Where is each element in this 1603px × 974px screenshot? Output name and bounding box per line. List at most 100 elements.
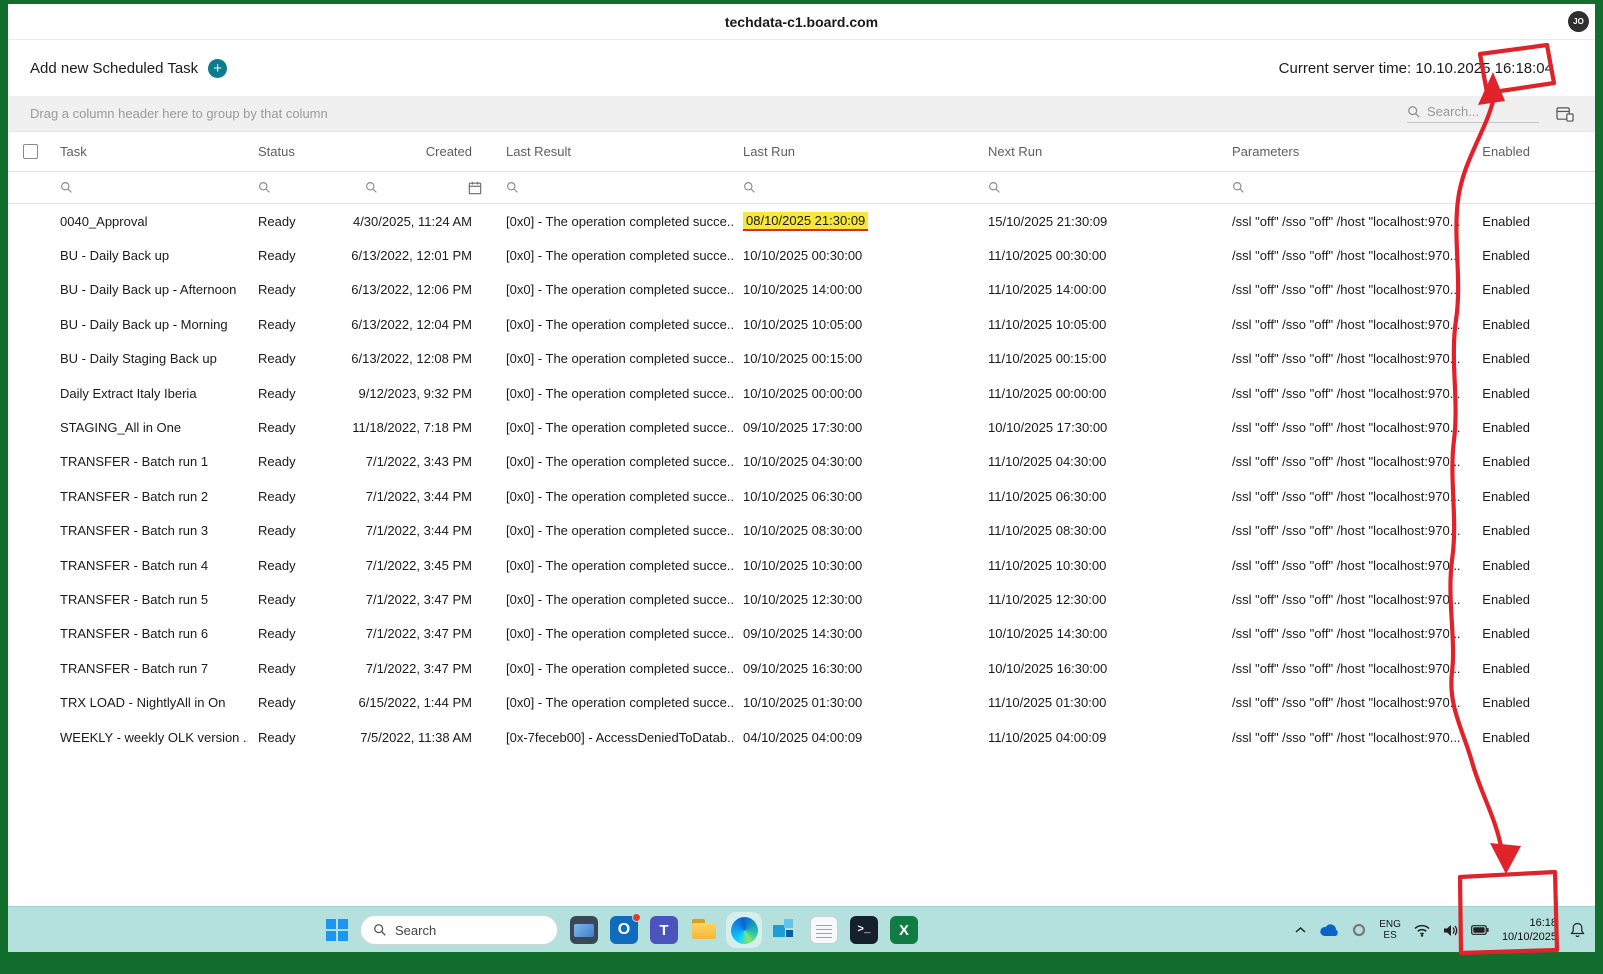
terminal-icon[interactable]: >_ (850, 916, 878, 944)
table-row[interactable]: BU - Daily Back up - Morning Ready 6/13/… (8, 307, 1595, 341)
table-row[interactable]: TRANSFER - Batch run 1 Ready 7/1/2022, 3… (8, 445, 1595, 479)
table-row[interactable]: Daily Extract Italy Iberia Ready 9/12/20… (8, 376, 1595, 410)
column-header-task[interactable]: Task (50, 132, 248, 171)
cell-task: TRANSFER - Batch run 2 (60, 488, 209, 504)
cell-status: Ready (258, 523, 296, 539)
grid-search[interactable] (1407, 104, 1539, 123)
cell-status: Ready (258, 316, 296, 332)
cell-enabled: Enabled (1482, 626, 1530, 642)
cell-created: 7/1/2022, 3:47 PM (365, 660, 472, 676)
select-all-checkbox[interactable] (23, 144, 38, 159)
taskbar-clock[interactable]: 16:18 10/10/2025 (1502, 916, 1557, 944)
cell-last-result: [0x0] - The operation completed succe... (506, 420, 733, 436)
column-header-enabled[interactable]: Enabled (1466, 132, 1595, 171)
cell-next-run: 11/10/2025 01:30:00 (988, 695, 1107, 711)
calendar-icon[interactable] (468, 181, 482, 195)
cell-last-result: [0x0] - The operation completed succe... (506, 591, 733, 607)
cell-task: TRANSFER - Batch run 6 (60, 626, 209, 642)
column-header-created[interactable]: Created (347, 132, 496, 171)
cell-next-run: 11/10/2025 04:00:09 (988, 729, 1107, 745)
wifi-icon[interactable] (1414, 924, 1430, 937)
taskbar-search[interactable] (360, 915, 558, 945)
column-header-status[interactable]: Status (248, 132, 347, 171)
column-header-last-result[interactable]: Last Result (496, 132, 733, 171)
table-row[interactable]: WEEKLY - weekly OLK version ... Ready 7/… (8, 720, 1595, 754)
column-header-next-run[interactable]: Next Run (978, 132, 1222, 171)
cell-next-run: 10/10/2025 16:30:00 (988, 660, 1108, 676)
excel-icon[interactable]: X (890, 916, 918, 944)
board-app-icon[interactable] (770, 916, 798, 944)
start-button-icon[interactable] (326, 919, 348, 941)
column-header-last-run[interactable]: Last Run (733, 132, 978, 171)
cell-enabled: Enabled (1482, 248, 1530, 264)
table-row[interactable]: BU - Daily Back up - Afternoon Ready 6/1… (8, 273, 1595, 307)
table-row[interactable]: BU - Daily Back up Ready 6/13/2022, 12:0… (8, 238, 1595, 272)
table-row[interactable]: TRX LOAD - NightlyAll in On Ready 6/15/2… (8, 685, 1595, 719)
cell-last-result: [0x0] - The operation completed succe... (506, 282, 733, 298)
cell-status: Ready (258, 248, 296, 264)
language-indicator[interactable]: ENG ES (1379, 919, 1401, 941)
cell-created: 6/15/2022, 1:44 PM (358, 695, 472, 711)
onedrive-cloud-icon[interactable] (1319, 923, 1339, 937)
cell-enabled: Enabled (1482, 523, 1530, 539)
teams-icon[interactable]: T (650, 916, 678, 944)
column-chooser-icon[interactable] (1555, 105, 1575, 123)
cell-parameters: /ssl "off" /sso "off" /host "localhost:9… (1232, 213, 1461, 229)
cell-last-run: 10/10/2025 06:30:00 (743, 488, 863, 504)
user-avatar[interactable]: JO (1568, 11, 1589, 32)
cell-task: TRANSFER - Batch run 3 (60, 523, 209, 539)
cell-task: WEEKLY - weekly OLK version ... (60, 729, 248, 745)
search-icon (259, 182, 270, 193)
filter-created[interactable] (347, 172, 496, 203)
cell-created: 7/1/2022, 3:45 PM (365, 557, 472, 573)
cell-created: 7/1/2022, 3:43 PM (365, 454, 472, 470)
status-circle-icon[interactable] (1352, 923, 1366, 937)
notification-bell-icon[interactable] (1570, 922, 1585, 938)
group-hint-label: Drag a column header here to group by th… (30, 106, 328, 121)
cell-parameters: /ssl "off" /sso "off" /host "localhost:9… (1232, 385, 1461, 401)
grid-search-input[interactable] (1427, 104, 1539, 119)
file-explorer-icon[interactable] (690, 916, 718, 944)
scheduled-tasks-table: Task Status Created Last Result Last Run… (8, 132, 1595, 906)
chevron-up-icon[interactable] (1295, 926, 1306, 934)
cell-last-result: [0x0] - The operation completed succe... (506, 695, 733, 711)
notepad-icon[interactable] (810, 916, 838, 944)
table-row[interactable]: BU - Daily Staging Back up Ready 6/13/20… (8, 342, 1595, 376)
add-scheduled-task-button[interactable]: Add new Scheduled Task + (30, 58, 228, 78)
table-row[interactable]: 0040_Approval Ready 4/30/2025, 11:24 AM … (8, 204, 1595, 238)
filter-next-run[interactable] (978, 172, 1222, 203)
group-by-bar[interactable]: Drag a column header here to group by th… (8, 96, 1595, 132)
cell-last-run: 09/10/2025 17:30:00 (743, 420, 863, 436)
filter-last-result[interactable] (496, 172, 733, 203)
table-row[interactable]: TRANSFER - Batch run 6 Ready 7/1/2022, 3… (8, 617, 1595, 651)
column-header-parameters[interactable]: Parameters (1222, 132, 1466, 171)
cell-next-run: 10/10/2025 14:30:00 (988, 626, 1108, 642)
cell-next-run: 11/10/2025 04:30:00 (988, 454, 1107, 470)
filter-parameters[interactable] (1222, 172, 1466, 203)
table-row[interactable]: TRANSFER - Batch run 4 Ready 7/1/2022, 3… (8, 548, 1595, 582)
filter-task[interactable] (50, 172, 248, 203)
cell-parameters: /ssl "off" /sso "off" /host "localhost:9… (1232, 316, 1461, 332)
battery-icon[interactable] (1471, 925, 1489, 935)
titlebar: techdata-c1.board.com JO (8, 4, 1595, 40)
cell-task: TRANSFER - Batch run 4 (60, 557, 209, 573)
edge-icon[interactable] (730, 916, 758, 944)
desktop-icon[interactable] (570, 916, 598, 944)
table-row[interactable]: TRANSFER - Batch run 2 Ready 7/1/2022, 3… (8, 479, 1595, 513)
table-row[interactable]: TRANSFER - Batch run 5 Ready 7/1/2022, 3… (8, 582, 1595, 616)
add-task-label: Add new Scheduled Task (30, 59, 199, 77)
cell-status: Ready (258, 660, 296, 676)
plus-icon[interactable]: + (208, 58, 228, 78)
filter-last-run[interactable] (733, 172, 978, 203)
cell-last-run: 10/10/2025 00:00:00 (743, 385, 863, 401)
cell-parameters: /ssl "off" /sso "off" /host "localhost:9… (1232, 626, 1461, 642)
volume-icon[interactable] (1443, 924, 1458, 937)
table-row[interactable]: TRANSFER - Batch run 3 Ready 7/1/2022, 3… (8, 514, 1595, 548)
cell-last-result: [0x0] - The operation completed succe... (506, 488, 733, 504)
filter-status[interactable] (248, 172, 347, 203)
outlook-icon[interactable]: O (610, 913, 641, 944)
table-row[interactable]: TRANSFER - Batch run 7 Ready 7/1/2022, 3… (8, 651, 1595, 685)
cell-next-run: 11/10/2025 06:30:00 (988, 488, 1107, 504)
table-row[interactable]: STAGING_All in One Ready 11/18/2022, 7:1… (8, 410, 1595, 444)
taskbar-search-input[interactable] (395, 922, 535, 938)
